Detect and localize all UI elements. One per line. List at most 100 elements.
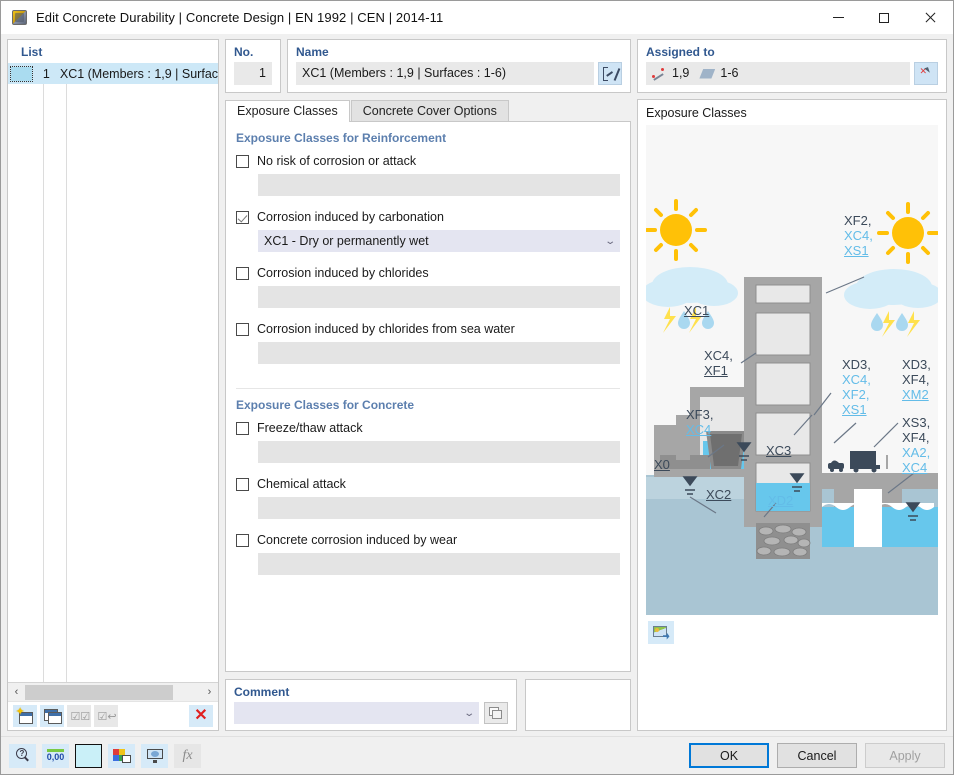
save-image-button[interactable] [648, 621, 674, 644]
window-buttons [815, 1, 953, 34]
image-panel: Exposure Classes XF2, XC4, XS1 XC4, XF1 … [637, 99, 947, 731]
label-xf3-xc4: XF3, XC4 [686, 407, 714, 437]
delete-item-button[interactable]: ✕ [189, 705, 213, 727]
display-properties-button[interactable] [141, 743, 168, 768]
comment-chevron-down-icon[interactable]: ⌄ [463, 708, 475, 719]
list-item-no: 1 [42, 66, 50, 81]
list-header: List [21, 45, 43, 59]
checkbox-row-no-risk[interactable]: No risk of corrosion or attack [236, 154, 620, 168]
info-button[interactable]: ? [9, 743, 36, 768]
comment-row: Comment ⌄ [225, 679, 631, 731]
deselect-button: ☑↩ [94, 705, 118, 727]
select-freeze-thaw [258, 441, 620, 463]
checkbox-row-freeze-thaw[interactable]: Freeze/thaw attack [236, 421, 620, 435]
checkbox-row-wear[interactable]: Concrete corrosion induced by wear [236, 533, 620, 547]
checkbox-row-carbonation[interactable]: Corrosion induced by carbonation [236, 210, 620, 224]
select-wear [258, 553, 620, 575]
cancel-button[interactable]: Cancel [777, 743, 857, 768]
member-icon [652, 67, 667, 81]
checkbox-no-risk[interactable] [236, 154, 249, 168]
comment-library-button[interactable] [484, 702, 508, 724]
image-panel-title: Exposure Classes [646, 106, 747, 120]
name-input[interactable]: XC1 (Members : 1,9 | Surfaces : 1-6) [296, 62, 594, 85]
tab-page: Exposure Classes for Reinforcement No ri… [225, 121, 631, 672]
checkbox-row-chemical[interactable]: Chemical attack [236, 477, 620, 491]
close-button[interactable] [907, 1, 953, 34]
exposure-classes-form: Exposure Classes for Reinforcement No ri… [225, 121, 631, 672]
left-column: List 1 XC1 (Members : 1,9 | Surfaces : 1… [7, 34, 219, 736]
checkbox-label-wear: Concrete corrosion induced by wear [257, 533, 458, 547]
label-xc1: XC1 [684, 303, 710, 318]
tab-bar: Exposure Classes Concrete Cover Options [225, 100, 631, 122]
scroll-left-icon[interactable]: ‹ [8, 684, 25, 701]
comment-extra-panel [525, 679, 631, 731]
edit-name-button[interactable] [598, 62, 622, 85]
label-xc4-xf1: XC4, XF1 [704, 348, 733, 378]
name-panel: Name XC1 (Members : 1,9 | Surfaces : 1-6… [287, 39, 631, 93]
label-xd3-xf4-xm2: XD3, XF4, XM2 [902, 357, 931, 402]
comment-label: Comment [234, 685, 290, 699]
concrete-group: Exposure Classes for Concrete Freeze/tha… [226, 389, 630, 593]
select-all-button: ☑☑ [67, 705, 91, 727]
assigned-surfaces: 1-6 [720, 66, 739, 80]
footer-tools: ? 0,00 fx [9, 743, 201, 768]
list-item[interactable]: 1 XC1 (Members : 1,9 | Surfaces : 1-6) [8, 63, 218, 84]
label-color-button[interactable] [108, 743, 135, 768]
center-column: No. 1 Name XC1 (Members : 1,9 | Surfaces… [225, 34, 631, 736]
color-swatch-button[interactable] [75, 743, 102, 768]
assigned-value[interactable]: 1,9 1-6 [646, 62, 910, 85]
label-xd2: XD2 [768, 493, 794, 508]
pick-in-graphic-button[interactable]: ✕ [914, 62, 938, 85]
minimize-button[interactable] [815, 1, 861, 34]
no-label: No. [234, 45, 254, 59]
tab-exposure-classes[interactable]: Exposure Classes [225, 100, 350, 122]
no-input[interactable]: 1 [234, 62, 272, 85]
label-xc2: XC2 [706, 487, 732, 502]
checkbox-chemical[interactable] [236, 477, 249, 491]
reinforcement-group: Exposure Classes for Reinforcement No ri… [226, 122, 630, 382]
scroll-track[interactable] [25, 683, 201, 701]
checkbox-freeze-thaw[interactable] [236, 421, 249, 435]
surface-icon [699, 68, 716, 79]
title-bar: Edit Concrete Durability | Concrete Desi… [1, 1, 953, 34]
maximize-button[interactable] [861, 1, 907, 34]
list-item-color[interactable] [8, 65, 35, 82]
select-chlorides [258, 286, 620, 308]
ok-button[interactable]: OK [689, 743, 769, 768]
list-panel: List 1 XC1 (Members : 1,9 | Surfaces : 1… [7, 39, 219, 731]
top-fields-row: No. 1 Name XC1 (Members : 1,9 | Surfaces… [225, 39, 631, 93]
list-toolbar: ✦ ☑☑ ☑↩ ✕ [8, 701, 218, 730]
chevron-down-icon[interactable]: ⌄ [604, 236, 616, 247]
scroll-thumb[interactable] [25, 684, 173, 700]
comment-input[interactable]: ⌄ [234, 702, 479, 724]
checkbox-chlorides[interactable] [236, 266, 249, 280]
name-label: Name [296, 45, 329, 59]
footer-bar: ? 0,00 fx OK Cancel Apply [1, 736, 953, 774]
reinforcement-group-title: Exposure Classes for Reinforcement [236, 131, 447, 145]
checkbox-label-carbonation: Corrosion induced by carbonation [257, 210, 444, 224]
checkbox-sea-water[interactable] [236, 322, 249, 336]
comment-panel: Comment ⌄ [225, 679, 517, 731]
apply-button: Apply [865, 743, 945, 768]
sun-left-icon [646, 199, 707, 261]
checkbox-carbonation[interactable] [236, 210, 249, 224]
illustration-svg [646, 125, 938, 615]
new-item-button[interactable]: ✦ [13, 705, 37, 727]
select-carbonation[interactable]: XC1 - Dry or permanently wet ⌄ [258, 230, 620, 252]
app-icon [11, 9, 29, 27]
copy-item-button[interactable] [40, 705, 64, 727]
assigned-panel: Assigned to 1,9 1-6 ✕ [637, 39, 947, 93]
tab-concrete-cover-options[interactable]: Concrete Cover Options [350, 100, 509, 122]
units-button[interactable]: 0,00 [42, 743, 69, 768]
assigned-members: 1,9 [672, 66, 690, 80]
dialog-window: Edit Concrete Durability | Concrete Desi… [0, 0, 954, 775]
checkbox-row-sea-water[interactable]: Corrosion induced by chlorides from sea … [236, 322, 620, 336]
assigned-label: Assigned to [646, 45, 715, 59]
checkbox-wear[interactable] [236, 533, 249, 547]
right-column: Assigned to 1,9 1-6 ✕ Exposure Classes X… [637, 34, 947, 736]
list-body[interactable]: 1 XC1 (Members : 1,9 | Surfaces : 1-6) [8, 63, 218, 682]
footer-buttons: OK Cancel Apply [689, 743, 945, 768]
list-horizontal-scrollbar[interactable]: ‹ › [8, 682, 218, 701]
scroll-right-icon[interactable]: › [201, 684, 218, 701]
checkbox-row-chlorides[interactable]: Corrosion induced by chlorides [236, 266, 620, 280]
